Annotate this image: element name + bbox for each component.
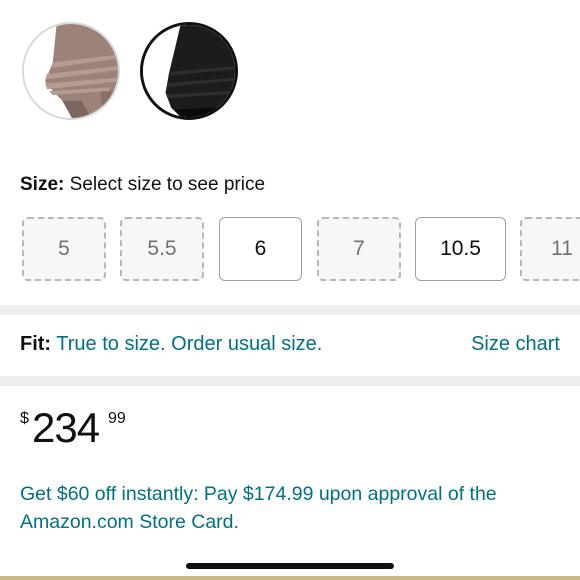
color-swatch-list [0,0,580,140]
size-option-11[interactable]: 11 [520,217,580,281]
size-prompt: Select size to see price [69,174,266,195]
fit-info: Fit: True to size. Order usual size. [20,333,322,356]
size-option-5-5[interactable]: 5.5 [120,217,204,281]
home-indicator[interactable] [186,563,394,569]
size-option-6[interactable]: 6 [219,217,302,281]
taupe-boot-image [24,24,118,118]
black-boot-image [143,25,235,117]
price-fraction: 99 [108,410,126,427]
size-option-10-5[interactable]: 10.5 [415,217,506,281]
price-currency: $ [20,410,29,427]
fit-label: Fit: [20,333,52,355]
size-selector-label: Size: Select size to see price [20,174,265,196]
size-chart-link[interactable]: Size chart [471,333,560,356]
bottom-strip [0,576,580,580]
size-options: 5 5.5 6 7 10.5 11 [0,217,580,283]
size-option-5[interactable]: 5 [22,217,106,281]
section-divider [0,376,580,386]
color-swatch-black[interactable] [140,22,238,120]
section-divider [0,305,580,315]
store-card-promo-link[interactable]: Get $60 off instantly: Pay $174.99 upon … [20,480,565,536]
fit-value: True to size. Order usual size. [56,333,323,355]
size-label: Size: [20,174,65,195]
color-swatch-taupe[interactable] [22,22,120,120]
price-whole: 234 [32,404,100,451]
size-option-7[interactable]: 7 [317,217,401,281]
